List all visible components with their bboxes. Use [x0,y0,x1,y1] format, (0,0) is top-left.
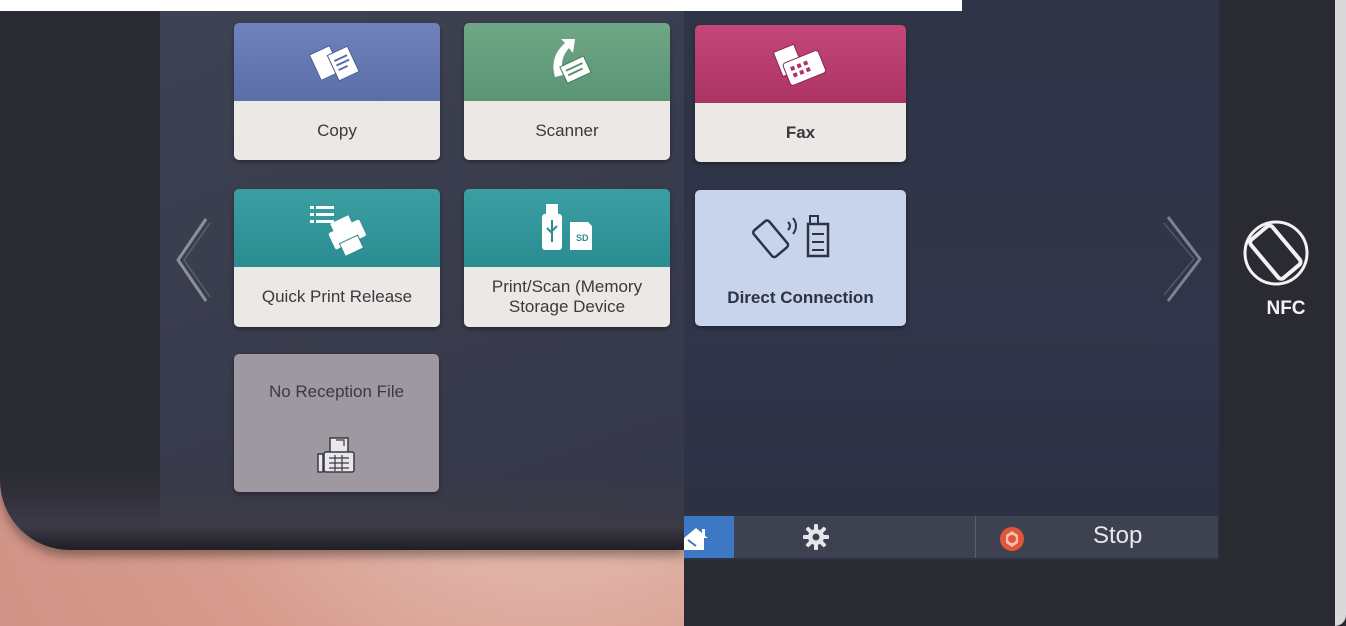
gear-icon[interactable] [802,523,830,556]
quick-print-release-tile[interactable]: Quick Print Release [234,189,440,327]
scanner-label: Scanner [464,101,670,160]
fax-icon [695,25,906,103]
sd-badge: SD [576,233,589,243]
bezel-right-edge [1335,0,1346,626]
copy-icon [234,23,440,101]
stop-icon[interactable] [998,525,1026,558]
phone-to-printer-icon [750,212,850,265]
scanner-tile[interactable]: Scanner [464,23,670,160]
scanner-icon [464,23,670,101]
bar-divider [975,516,976,558]
quick-print-icon [234,189,440,267]
direct-connection-tile[interactable]: Direct Connection [695,190,906,326]
fax-file-icon [314,436,360,481]
stop-button[interactable]: Stop [1093,522,1142,550]
nfc-phone-icon [1238,215,1314,296]
fax-label: Fax [695,103,906,162]
copy-tile[interactable]: Copy [234,23,440,160]
nfc-label: NFC [1266,298,1306,319]
copy-label: Copy [234,101,440,160]
quick-print-release-label: Quick Print Release [234,267,440,327]
direct-connection-label: Direct Connection [727,288,874,307]
usb-sd-icon: SD [464,189,670,267]
print-scan-memory-storage-label: Print/Scan (Memory Storage Device [464,267,670,327]
home-button[interactable] [684,516,734,558]
no-reception-file-label: No Reception File [268,382,405,401]
fax-tile[interactable]: Fax [695,25,906,162]
top-white-strip [0,0,962,11]
chevron-right-icon[interactable] [1162,213,1206,310]
no-reception-file-tile[interactable]: No Reception File [234,354,439,492]
chevron-left-icon[interactable] [172,215,212,310]
print-scan-memory-storage-tile[interactable]: SD Print/Scan (Memory Storage Device [464,189,670,327]
